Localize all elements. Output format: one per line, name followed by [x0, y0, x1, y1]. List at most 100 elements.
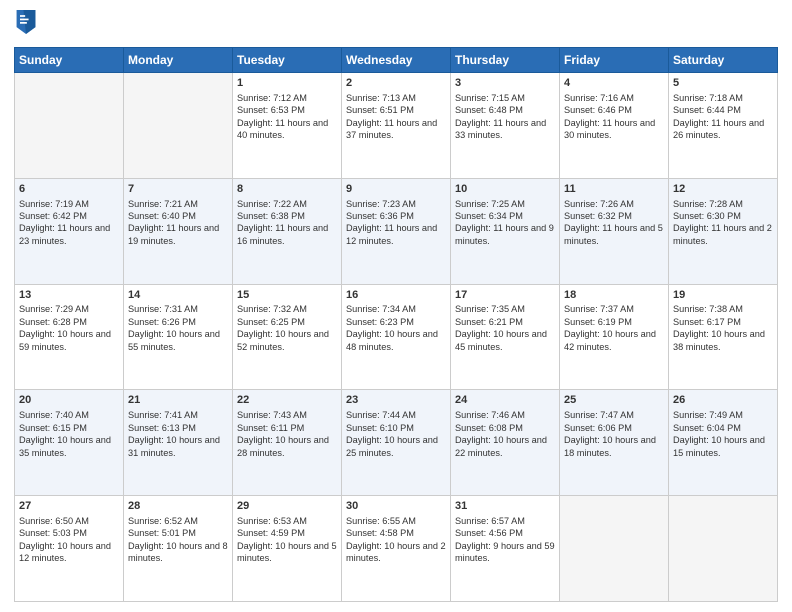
calendar-cell: 8Sunrise: 7:22 AM Sunset: 6:38 PM Daylig… [233, 178, 342, 284]
calendar-cell: 30Sunrise: 6:55 AM Sunset: 4:58 PM Dayli… [342, 496, 451, 602]
day-header-wednesday: Wednesday [342, 48, 451, 73]
day-number: 28 [128, 499, 228, 514]
day-content: Sunrise: 7:34 AM Sunset: 6:23 PM Dayligh… [346, 303, 446, 353]
day-number: 14 [128, 288, 228, 303]
logo-icon [16, 10, 36, 34]
day-number: 4 [564, 76, 664, 91]
day-header-monday: Monday [124, 48, 233, 73]
page-container: SundayMondayTuesdayWednesdayThursdayFrid… [0, 0, 792, 612]
day-number: 27 [19, 499, 119, 514]
calendar-week-1: 1Sunrise: 7:12 AM Sunset: 6:53 PM Daylig… [15, 73, 778, 179]
calendar-cell: 26Sunrise: 7:49 AM Sunset: 6:04 PM Dayli… [669, 390, 778, 496]
day-number: 5 [673, 76, 773, 91]
day-content: Sunrise: 6:52 AM Sunset: 5:01 PM Dayligh… [128, 515, 228, 565]
calendar-cell: 21Sunrise: 7:41 AM Sunset: 6:13 PM Dayli… [124, 390, 233, 496]
day-content: Sunrise: 7:22 AM Sunset: 6:38 PM Dayligh… [237, 198, 337, 248]
day-content: Sunrise: 6:53 AM Sunset: 4:59 PM Dayligh… [237, 515, 337, 565]
day-header-sunday: Sunday [15, 48, 124, 73]
calendar-cell: 2Sunrise: 7:13 AM Sunset: 6:51 PM Daylig… [342, 73, 451, 179]
day-content: Sunrise: 7:29 AM Sunset: 6:28 PM Dayligh… [19, 303, 119, 353]
day-content: Sunrise: 6:57 AM Sunset: 4:56 PM Dayligh… [455, 515, 555, 565]
calendar-cell: 17Sunrise: 7:35 AM Sunset: 6:21 PM Dayli… [451, 284, 560, 390]
day-number: 22 [237, 393, 337, 408]
day-number: 23 [346, 393, 446, 408]
day-content: Sunrise: 7:26 AM Sunset: 6:32 PM Dayligh… [564, 198, 664, 248]
header [14, 10, 778, 39]
calendar-cell: 27Sunrise: 6:50 AM Sunset: 5:03 PM Dayli… [15, 496, 124, 602]
day-content: Sunrise: 7:44 AM Sunset: 6:10 PM Dayligh… [346, 409, 446, 459]
day-number: 17 [455, 288, 555, 303]
day-number: 8 [237, 182, 337, 197]
day-content: Sunrise: 7:41 AM Sunset: 6:13 PM Dayligh… [128, 409, 228, 459]
day-number: 11 [564, 182, 664, 197]
calendar-cell: 10Sunrise: 7:25 AM Sunset: 6:34 PM Dayli… [451, 178, 560, 284]
calendar-cell: 12Sunrise: 7:28 AM Sunset: 6:30 PM Dayli… [669, 178, 778, 284]
day-content: Sunrise: 7:46 AM Sunset: 6:08 PM Dayligh… [455, 409, 555, 459]
day-content: Sunrise: 7:37 AM Sunset: 6:19 PM Dayligh… [564, 303, 664, 353]
day-content: Sunrise: 7:47 AM Sunset: 6:06 PM Dayligh… [564, 409, 664, 459]
day-content: Sunrise: 7:28 AM Sunset: 6:30 PM Dayligh… [673, 198, 773, 248]
day-content: Sunrise: 7:12 AM Sunset: 6:53 PM Dayligh… [237, 92, 337, 142]
calendar-cell: 20Sunrise: 7:40 AM Sunset: 6:15 PM Dayli… [15, 390, 124, 496]
day-number: 18 [564, 288, 664, 303]
day-number: 16 [346, 288, 446, 303]
calendar-header-row: SundayMondayTuesdayWednesdayThursdayFrid… [15, 48, 778, 73]
calendar-cell: 31Sunrise: 6:57 AM Sunset: 4:56 PM Dayli… [451, 496, 560, 602]
calendar-week-2: 6Sunrise: 7:19 AM Sunset: 6:42 PM Daylig… [15, 178, 778, 284]
calendar-cell [124, 73, 233, 179]
day-number: 6 [19, 182, 119, 197]
calendar-cell: 15Sunrise: 7:32 AM Sunset: 6:25 PM Dayli… [233, 284, 342, 390]
day-number: 26 [673, 393, 773, 408]
calendar-cell: 7Sunrise: 7:21 AM Sunset: 6:40 PM Daylig… [124, 178, 233, 284]
calendar-cell: 16Sunrise: 7:34 AM Sunset: 6:23 PM Dayli… [342, 284, 451, 390]
calendar-table: SundayMondayTuesdayWednesdayThursdayFrid… [14, 47, 778, 602]
calendar-cell: 3Sunrise: 7:15 AM Sunset: 6:48 PM Daylig… [451, 73, 560, 179]
calendar-cell: 6Sunrise: 7:19 AM Sunset: 6:42 PM Daylig… [15, 178, 124, 284]
day-content: Sunrise: 7:13 AM Sunset: 6:51 PM Dayligh… [346, 92, 446, 142]
day-number: 7 [128, 182, 228, 197]
day-content: Sunrise: 6:55 AM Sunset: 4:58 PM Dayligh… [346, 515, 446, 565]
day-number: 29 [237, 499, 337, 514]
day-content: Sunrise: 7:15 AM Sunset: 6:48 PM Dayligh… [455, 92, 555, 142]
day-number: 10 [455, 182, 555, 197]
day-number: 30 [346, 499, 446, 514]
day-content: Sunrise: 7:31 AM Sunset: 6:26 PM Dayligh… [128, 303, 228, 353]
calendar-cell: 9Sunrise: 7:23 AM Sunset: 6:36 PM Daylig… [342, 178, 451, 284]
day-number: 3 [455, 76, 555, 91]
day-content: Sunrise: 7:25 AM Sunset: 6:34 PM Dayligh… [455, 198, 555, 248]
day-header-saturday: Saturday [669, 48, 778, 73]
calendar-cell [15, 73, 124, 179]
day-number: 12 [673, 182, 773, 197]
day-content: Sunrise: 7:43 AM Sunset: 6:11 PM Dayligh… [237, 409, 337, 459]
day-content: Sunrise: 7:18 AM Sunset: 6:44 PM Dayligh… [673, 92, 773, 142]
calendar-cell: 13Sunrise: 7:29 AM Sunset: 6:28 PM Dayli… [15, 284, 124, 390]
calendar-cell: 22Sunrise: 7:43 AM Sunset: 6:11 PM Dayli… [233, 390, 342, 496]
day-content: Sunrise: 7:35 AM Sunset: 6:21 PM Dayligh… [455, 303, 555, 353]
day-content: Sunrise: 6:50 AM Sunset: 5:03 PM Dayligh… [19, 515, 119, 565]
calendar-week-4: 20Sunrise: 7:40 AM Sunset: 6:15 PM Dayli… [15, 390, 778, 496]
calendar-cell: 11Sunrise: 7:26 AM Sunset: 6:32 PM Dayli… [560, 178, 669, 284]
day-number: 2 [346, 76, 446, 91]
logo [14, 10, 38, 39]
day-header-friday: Friday [560, 48, 669, 73]
day-number: 15 [237, 288, 337, 303]
calendar-body: 1Sunrise: 7:12 AM Sunset: 6:53 PM Daylig… [15, 73, 778, 602]
day-content: Sunrise: 7:19 AM Sunset: 6:42 PM Dayligh… [19, 198, 119, 248]
day-content: Sunrise: 7:21 AM Sunset: 6:40 PM Dayligh… [128, 198, 228, 248]
calendar-cell: 1Sunrise: 7:12 AM Sunset: 6:53 PM Daylig… [233, 73, 342, 179]
day-content: Sunrise: 7:49 AM Sunset: 6:04 PM Dayligh… [673, 409, 773, 459]
day-content: Sunrise: 7:38 AM Sunset: 6:17 PM Dayligh… [673, 303, 773, 353]
day-number: 25 [564, 393, 664, 408]
calendar-cell: 4Sunrise: 7:16 AM Sunset: 6:46 PM Daylig… [560, 73, 669, 179]
day-number: 24 [455, 393, 555, 408]
calendar-cell [560, 496, 669, 602]
calendar-cell: 5Sunrise: 7:18 AM Sunset: 6:44 PM Daylig… [669, 73, 778, 179]
day-content: Sunrise: 7:40 AM Sunset: 6:15 PM Dayligh… [19, 409, 119, 459]
calendar-cell: 28Sunrise: 6:52 AM Sunset: 5:01 PM Dayli… [124, 496, 233, 602]
calendar-cell: 23Sunrise: 7:44 AM Sunset: 6:10 PM Dayli… [342, 390, 451, 496]
day-number: 21 [128, 393, 228, 408]
day-number: 31 [455, 499, 555, 514]
day-header-thursday: Thursday [451, 48, 560, 73]
day-number: 13 [19, 288, 119, 303]
calendar-cell: 24Sunrise: 7:46 AM Sunset: 6:08 PM Dayli… [451, 390, 560, 496]
